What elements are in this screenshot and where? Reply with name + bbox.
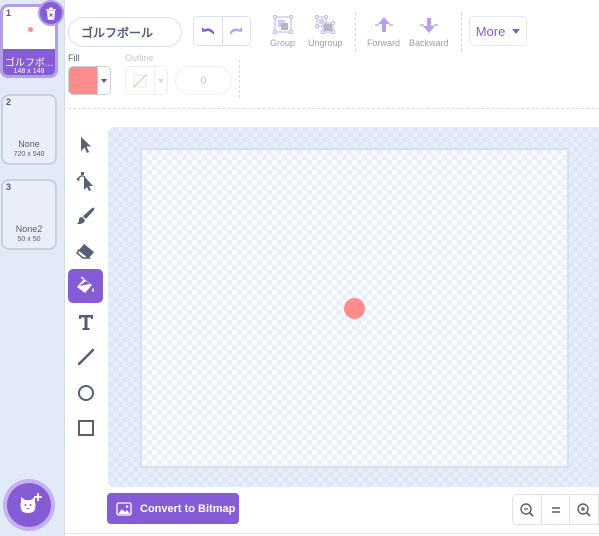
eraser-icon — [75, 244, 94, 259]
zoom-reset-button[interactable] — [542, 495, 571, 524]
tool-reshape[interactable] — [68, 164, 103, 198]
tool-text[interactable] — [68, 305, 103, 339]
fill-dropdown[interactable] — [97, 67, 110, 94]
more-button[interactable]: More — [469, 16, 527, 46]
ungroup-label: Ungroup — [308, 38, 343, 48]
backward-icon — [419, 18, 438, 33]
toolbar-divider — [239, 60, 240, 98]
backward-label: Backward — [409, 38, 449, 48]
arrow-select-icon — [80, 137, 91, 153]
fill-label: Fill — [68, 53, 80, 63]
convert-label: Convert to Bitmap — [140, 502, 236, 515]
zoom-out-icon — [520, 502, 534, 517]
more-label: More — [475, 23, 506, 39]
fill-color-picker[interactable] — [68, 66, 111, 95]
line-icon — [77, 348, 94, 366]
tool-line[interactable] — [68, 340, 103, 374]
tool-brush[interactable] — [68, 199, 103, 233]
costume-number: 3 — [6, 182, 12, 192]
costume-item-2[interactable]: 2 None 720 x 540 — [1, 94, 57, 165]
tool-rectangle[interactable] — [68, 411, 103, 445]
toolbar-divider-horizontal — [68, 108, 599, 109]
outline-width-input[interactable]: 0 — [175, 66, 232, 95]
paint-bucket-icon — [76, 276, 94, 293]
outline-dropdown[interactable] — [154, 67, 167, 94]
costume-list: 1 ゴルフボ... 148 x 148 2 None 720 x 540 3 N… — [0, 0, 65, 536]
toolbar-divider — [355, 12, 356, 52]
convert-to-bitmap-button[interactable]: Convert to Bitmap — [107, 493, 239, 524]
zoom-in-button[interactable] — [570, 495, 598, 524]
forward-icon — [374, 17, 393, 32]
costume-name-input[interactable] — [68, 17, 182, 47]
brush-icon — [76, 207, 94, 224]
reshape-icon — [76, 172, 93, 191]
add-costume-button[interactable] — [7, 483, 51, 527]
redo-button[interactable] — [223, 17, 251, 45]
equals-icon — [551, 506, 560, 513]
caret-down-icon — [101, 78, 107, 83]
circle-icon — [77, 385, 94, 401]
paint-editor: 1 ゴルフボ... 148 x 148 2 None 720 x 540 3 N… — [0, 0, 599, 536]
forward-button[interactable]: Forward — [367, 15, 400, 48]
ungroup-icon — [315, 15, 336, 34]
tool-fill[interactable] — [68, 269, 103, 303]
costume-size: 50 x 50 — [17, 236, 41, 243]
costume-number: 2 — [6, 97, 12, 107]
tool-eraser[interactable] — [68, 234, 103, 268]
costume-name: None — [18, 139, 40, 149]
toolbar-divider — [461, 12, 462, 52]
trash-icon — [46, 7, 56, 20]
tool-circle[interactable] — [68, 376, 103, 410]
costume-name: None2 — [15, 224, 43, 234]
fill-color-swatch[interactable] — [69, 67, 97, 94]
costume-item-3[interactable]: 3 None2 50 x 50 — [1, 179, 57, 250]
undo-button[interactable] — [194, 17, 223, 45]
outline-label: Outline — [125, 53, 154, 63]
no-color-icon — [132, 72, 148, 89]
caret-down-icon — [512, 28, 521, 34]
redo-icon — [230, 27, 243, 35]
costume-number: 1 — [6, 8, 12, 18]
costume-size: 148 x 148 — [13, 68, 45, 75]
group-icon — [272, 15, 293, 34]
golf-ball-shape[interactable] — [344, 298, 365, 319]
rectangle-icon — [77, 420, 94, 436]
tool-select[interactable] — [68, 128, 103, 162]
outline-color-picker[interactable] — [125, 66, 168, 95]
costume-name: ゴルフボ... — [4, 58, 54, 69]
outline-color-swatch[interactable] — [126, 67, 154, 94]
backward-button[interactable]: Backward — [409, 15, 449, 48]
undo-icon — [201, 27, 214, 35]
zoom-in-icon — [577, 502, 591, 517]
image-icon — [116, 501, 132, 516]
forward-label: Forward — [367, 38, 401, 48]
group-label: Group — [270, 38, 296, 48]
group-button[interactable]: Group — [270, 15, 295, 48]
costume-size: 720 x 540 — [13, 151, 45, 158]
text-icon — [78, 315, 93, 330]
ungroup-button[interactable]: Ungroup — [308, 15, 343, 48]
golf-ball-thumbnail — [28, 27, 33, 32]
cat-add-icon — [20, 493, 42, 513]
bottom-divider — [65, 533, 599, 534]
caret-down-icon — [158, 78, 164, 83]
zoom-out-button[interactable] — [513, 495, 542, 524]
undo-redo-group — [193, 16, 251, 46]
delete-costume-button[interactable] — [38, 0, 64, 26]
zoom-controls — [512, 494, 599, 525]
